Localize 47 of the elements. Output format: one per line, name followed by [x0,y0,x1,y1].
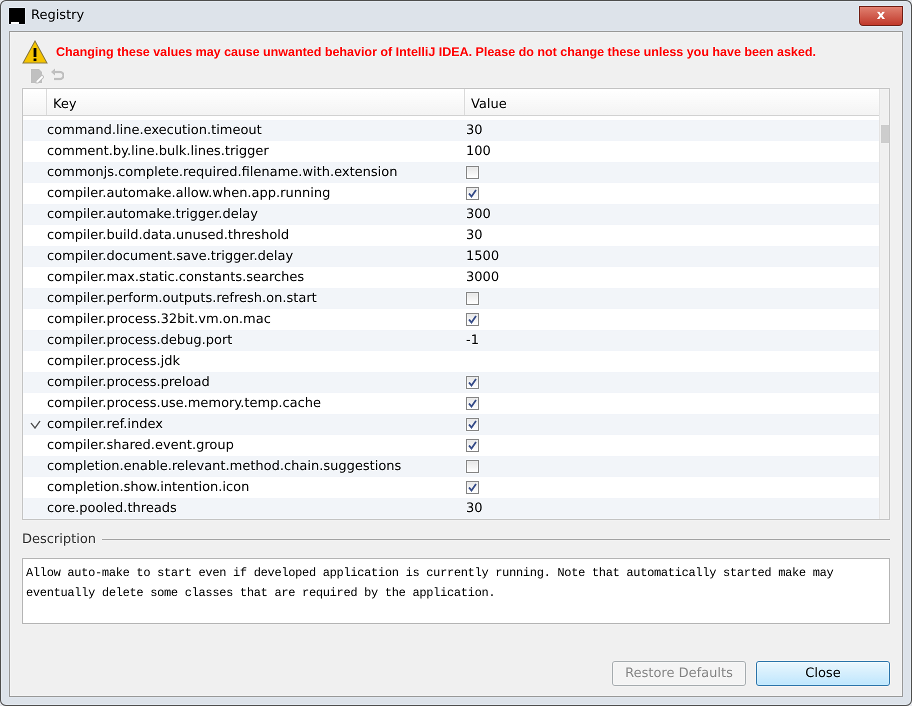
key-cell-text: compiler.perform.outputs.refresh.on.start [47,290,318,308]
key-cell-text: compiler.process.debug.port [47,332,234,350]
key-cell-text: compiler.shared.event.group [47,436,235,455]
key-cell-text: compiler.document.save.trigger.delay [47,248,294,266]
column-header[interactable]: Key [47,89,465,115]
close-dialog-button[interactable]: Close [756,661,890,686]
description-text: Allow auto-make to start even if developed application is currently running. Note that automatically started make may eventually delete some classes that are required by the application. [22,558,890,624]
app-logo-icon [9,8,25,24]
checkbox[interactable] [466,292,479,305]
checkbox[interactable] [466,166,479,179]
checkbox[interactable] [466,313,479,326]
value-cell[interactable]: 30 [466,228,483,243]
checkbox[interactable] [466,481,479,494]
key-cell-text: compiler.process.32bit.vm.on.mac [47,310,272,329]
warning-icon [22,40,48,64]
value-cell[interactable]: 30 [466,500,483,516]
checkbox[interactable] [466,397,479,410]
value-cell[interactable]: -1 [466,332,479,348]
warning-message: Changing these values may cause unwanted behavior of IntelliJ IDEA. Please do not change these unless you have been asked. [56,44,816,61]
key-cell-text: compiler.build.data.unused.threshold [47,226,290,245]
value-cell[interactable]: 1500 [466,248,500,264]
key-cell-text: compiler.automake.trigger.delay [47,206,259,224]
key-cell-text: compiler.process.jdk [47,352,182,371]
checkbox[interactable] [466,187,479,200]
value-cell[interactable]: 30 [466,122,483,138]
column-header[interactable]: Value [465,89,879,115]
checkbox[interactable] [466,376,479,389]
checkbox[interactable] [466,439,479,452]
key-cell-text: compiler.process.preload [47,374,211,392]
checkbox[interactable] [466,460,479,473]
key-cell-text: completion.show.intention.icon [47,478,250,497]
key-cell-text: compiler.process.use.memory.temp.cache [47,394,322,413]
key-cell-text: compiler.automake.allow.when.app.running [47,184,332,203]
key-cell-text: commonjs.complete.required.filename.with.extension [47,164,398,182]
key-cell-text: command.line.execution.timeout [47,122,263,140]
section-label: Description [22,531,96,549]
window-title: Registry [31,7,84,26]
key-cell-text: comment.by.line.bulk.lines.trigger [47,142,270,161]
value-cell[interactable]: 100 [466,144,491,159]
key-cell-text: compiler.max.static.constants.searches [47,268,306,287]
window-close-button[interactable]: x [859,6,903,26]
key-cell-text: compiler.ref.index [47,416,164,434]
key-cell-text: completion.enable.relevant.method.chain.suggestions [47,458,402,476]
key-cell-text: core.pooled.threads [47,500,178,518]
checkbox[interactable] [466,418,479,431]
value-cell[interactable]: 300 [466,206,491,222]
value-cell[interactable]: 3000 [466,270,500,285]
